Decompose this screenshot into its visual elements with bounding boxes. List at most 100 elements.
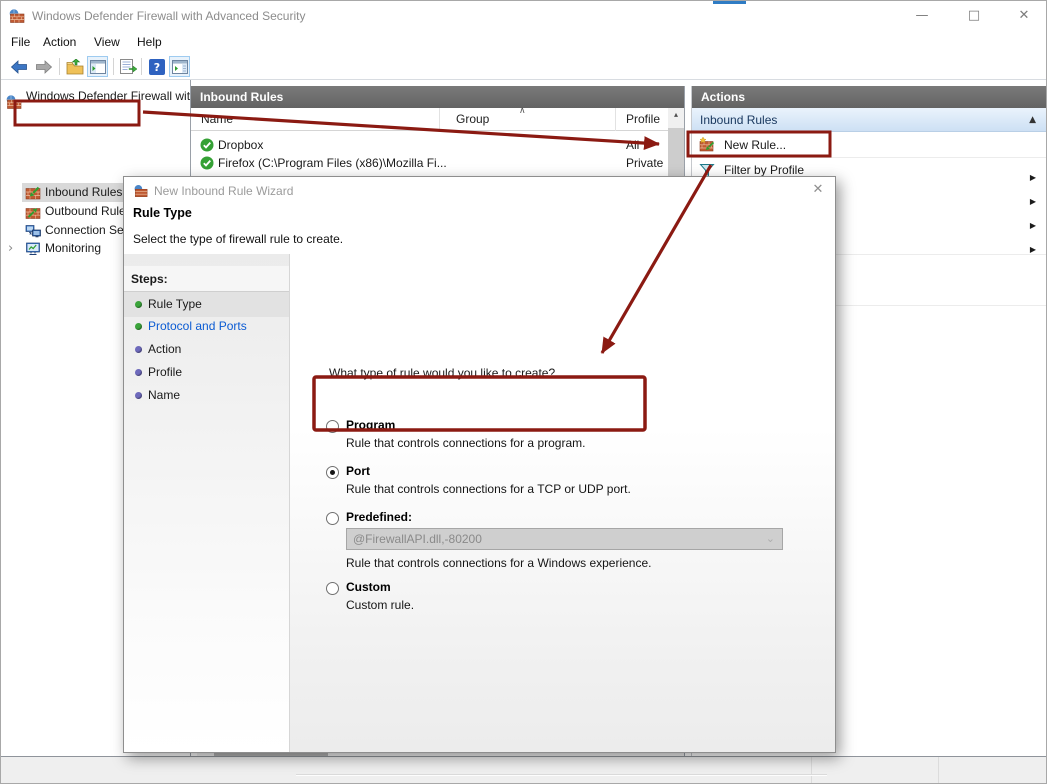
program-option-desc: Rule that controls connections for a pro… xyxy=(346,436,585,450)
title-bar: Windows Defender Firewall with Advanced … xyxy=(1,1,1046,31)
button-area-divider xyxy=(296,774,827,776)
actions-subheader-inbound-rules[interactable]: Inbound Rules ▲ xyxy=(692,108,1046,132)
svg-text:?: ? xyxy=(153,61,159,74)
step-profile: Profile xyxy=(124,361,289,384)
scroll-up-icon[interactable]: ▴ xyxy=(668,110,684,119)
column-separator[interactable] xyxy=(615,108,616,131)
firewall-app-icon xyxy=(9,8,25,24)
rule-enabled-icon xyxy=(200,138,214,152)
port-radio[interactable] xyxy=(326,466,339,479)
step-label: Profile xyxy=(148,361,182,384)
up-one-level-icon[interactable] xyxy=(64,56,85,77)
wizard-question: What type of rule would you like to crea… xyxy=(329,366,555,380)
submenu-chevron-icon: ▶ xyxy=(1030,238,1036,262)
menu-action[interactable]: Action xyxy=(43,34,76,51)
rule-name: Dropbox xyxy=(218,136,263,154)
wizard-steps-pane: Steps: Rule Type Protocol and Ports Acti… xyxy=(124,254,290,752)
list-column-header-row: Name Group ∧ Profile xyxy=(191,108,668,131)
step-protocol-and-ports[interactable]: Protocol and Ports xyxy=(124,315,289,338)
back-icon[interactable] xyxy=(8,56,29,77)
predefined-option-label[interactable]: Predefined: xyxy=(346,510,412,524)
connection-security-rules-icon xyxy=(25,223,41,239)
chevron-down-icon: ⌄ xyxy=(766,529,775,549)
outbound-rules-icon xyxy=(25,204,41,220)
background-window-sliver xyxy=(713,1,746,4)
toolbar-separator xyxy=(59,58,60,75)
show-action-pane-icon[interactable] xyxy=(169,56,190,77)
actions-subheader-label: Inbound Rules xyxy=(700,113,777,127)
step-label: Protocol and Ports xyxy=(148,315,247,338)
firewall-dialog-icon xyxy=(134,184,148,198)
dialog-close-icon[interactable]: ✕ xyxy=(807,182,829,202)
dialog-title: New Inbound Rule Wizard xyxy=(154,184,293,198)
inbound-rules-icon xyxy=(25,185,41,201)
scrollbar-thumb[interactable] xyxy=(668,128,684,176)
step-label: Rule Type xyxy=(148,293,202,316)
tree-root-item[interactable]: Windows Defender Firewall witl xyxy=(1,87,191,106)
table-row[interactable]: Firefox (C:\Program Files (x86)\Mozilla … xyxy=(191,154,668,172)
combobox-value: @FirewallAPI.dll,-80200 xyxy=(353,532,482,546)
minimize-button[interactable]: — xyxy=(899,1,945,31)
port-option-label[interactable]: Port xyxy=(346,464,370,478)
custom-option-desc: Custom rule. xyxy=(346,598,414,612)
custom-option-label[interactable]: Custom xyxy=(346,580,391,594)
step-name: Name xyxy=(124,384,289,407)
rule-name: Firefox (C:\Program Files (x86)\Mozilla … xyxy=(218,154,447,172)
expander-chevron-icon[interactable]: › xyxy=(8,239,13,258)
menu-view[interactable]: View xyxy=(94,34,120,51)
column-profile[interactable]: Profile xyxy=(626,112,660,126)
new-inbound-rule-wizard-dialog: New Inbound Rule Wizard ✕ Rule Type Sele… xyxy=(123,176,836,753)
show-console-tree-icon[interactable] xyxy=(87,56,108,77)
firewall-root-icon xyxy=(6,94,22,110)
window-title: Windows Defender Firewall with Advanced … xyxy=(32,9,305,23)
rule-enabled-icon xyxy=(200,156,214,170)
collapse-icon[interactable]: ▲ xyxy=(1029,108,1036,132)
action-new-rule[interactable]: New Rule... xyxy=(692,133,1046,157)
close-button[interactable]: ✕ xyxy=(1001,1,1047,31)
menu-file[interactable]: File xyxy=(11,34,30,51)
dialog-title-bar[interactable]: New Inbound Rule Wizard ✕ xyxy=(124,177,835,205)
wizard-content-pane: What type of rule would you like to crea… xyxy=(290,254,835,752)
tree-item-label: Inbound Rules xyxy=(45,183,122,202)
action-label: New Rule... xyxy=(724,133,786,157)
port-option-desc: Rule that controls connections for a TCP… xyxy=(346,482,631,496)
monitoring-icon xyxy=(25,241,41,257)
wizard-page-subheading: Select the type of firewall rule to crea… xyxy=(133,232,343,246)
step-action: Action xyxy=(124,338,289,361)
predefined-option-desc: Rule that controls connections for a Win… xyxy=(346,556,652,570)
app-window: Windows Defender Firewall with Advanced … xyxy=(0,0,1047,784)
actions-panel-header: Actions xyxy=(692,86,1046,108)
column-group[interactable]: Group xyxy=(456,112,489,126)
step-bullet-icon xyxy=(135,392,142,399)
step-bullet-icon xyxy=(135,301,142,308)
steps-header: Steps: xyxy=(124,266,289,292)
sort-ascending-icon: ∧ xyxy=(519,105,526,116)
step-rule-type: Rule Type xyxy=(124,293,289,316)
strip-divider xyxy=(938,757,939,784)
new-rule-icon xyxy=(699,137,715,153)
custom-radio[interactable] xyxy=(326,582,339,595)
wizard-page-heading: Rule Type xyxy=(133,206,192,220)
step-label: Name xyxy=(148,384,180,407)
wizard-body: Steps: Rule Type Protocol and Ports Acti… xyxy=(124,254,835,752)
export-list-icon[interactable] xyxy=(118,56,139,77)
toolbar-separator xyxy=(113,58,114,75)
predefined-rule-combobox: @FirewallAPI.dll,-80200 ⌄ xyxy=(346,528,783,550)
column-name[interactable]: Name xyxy=(201,112,233,126)
program-option-label[interactable]: Program xyxy=(346,418,395,432)
forward-icon[interactable] xyxy=(33,56,54,77)
step-bullet-icon xyxy=(135,346,142,353)
table-row[interactable]: Dropbox All xyxy=(191,136,668,154)
rule-profile: All xyxy=(626,136,639,154)
column-separator[interactable] xyxy=(439,108,440,131)
tree-item-label: Outbound Rules xyxy=(45,202,132,221)
menu-help[interactable]: Help xyxy=(137,34,162,51)
maximize-button[interactable]: □ xyxy=(951,1,997,31)
help-icon[interactable]: ? xyxy=(146,56,167,77)
rule-profile: Private xyxy=(626,154,663,172)
tree-root-label: Windows Defender Firewall witl xyxy=(26,87,191,106)
predefined-radio[interactable] xyxy=(326,512,339,525)
toolbar-separator xyxy=(141,58,142,75)
menu-bar: File Action View Help xyxy=(1,31,1046,53)
program-radio[interactable] xyxy=(326,420,339,433)
